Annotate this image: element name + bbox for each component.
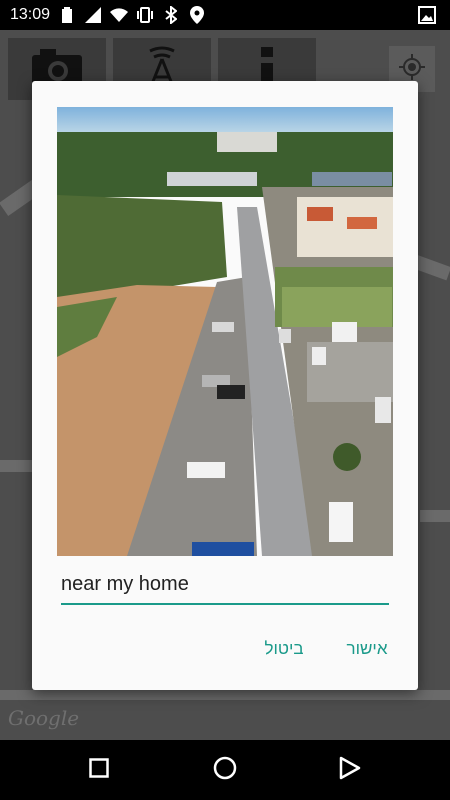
my-location-icon: [399, 53, 425, 85]
navigation-bar: [0, 740, 450, 800]
status-time: 13:09: [10, 6, 51, 23]
recents-button[interactable]: [79, 752, 119, 788]
circle-icon: [213, 756, 237, 785]
location-icon: [188, 6, 206, 24]
battery-icon: [58, 6, 76, 24]
home-button[interactable]: [205, 752, 245, 788]
cancel-button[interactable]: ביטול: [254, 639, 314, 663]
status-bar: 13:09: [0, 0, 450, 30]
wifi-icon: [110, 6, 129, 24]
triangle-icon: [339, 756, 361, 785]
caption-input[interactable]: [61, 570, 389, 598]
input-underline: [61, 603, 389, 605]
aerial-street-photo: [57, 107, 393, 556]
square-icon: [89, 757, 109, 783]
bluetooth-icon: [162, 6, 180, 24]
gallery-icon: [418, 6, 436, 24]
ok-button[interactable]: אישור: [337, 639, 397, 663]
back-button[interactable]: [330, 752, 370, 788]
vibrate-icon: [136, 6, 154, 24]
signal-icon: [84, 6, 102, 24]
photo-dialog: ביטול אישור: [32, 81, 418, 690]
google-watermark: Google: [8, 706, 80, 730]
